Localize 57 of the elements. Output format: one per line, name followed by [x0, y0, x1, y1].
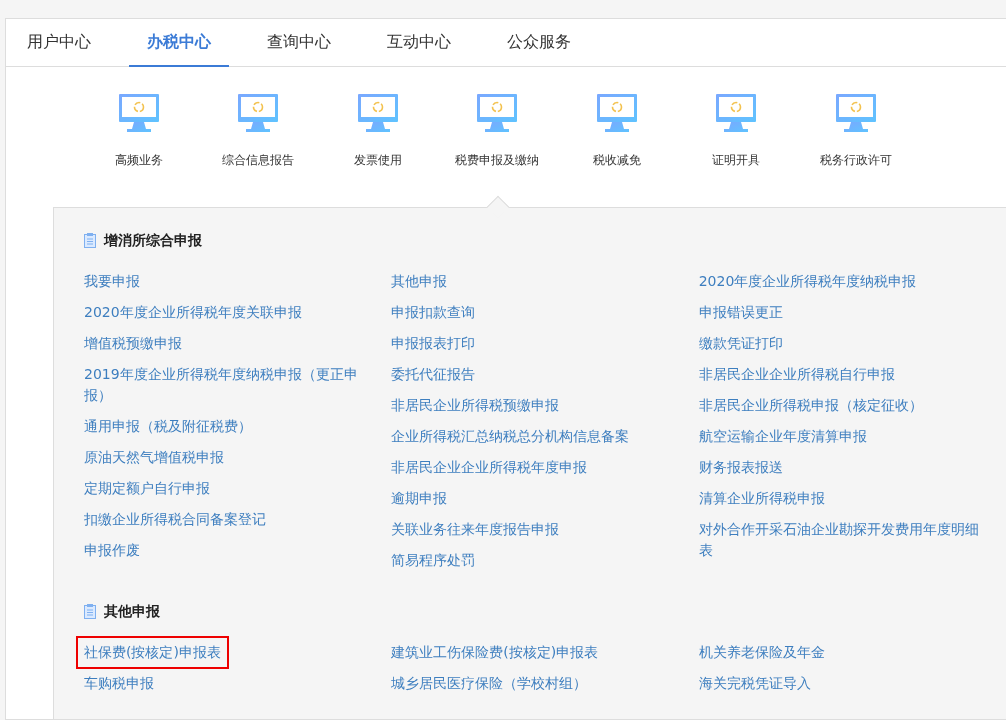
menu-link[interactable]: 清算企业所得税申报 [690, 482, 833, 515]
menu-link[interactable]: 缴款凭证打印 [690, 327, 791, 360]
monitor-icon [595, 93, 638, 133]
menu-link[interactable]: 扣缴企业所得税合同备案登记 [76, 503, 274, 536]
category-button[interactable]: 发票使用 [318, 93, 438, 207]
tab[interactable]: 用户中心 [9, 19, 109, 67]
monitor-icon [476, 93, 519, 133]
menu-link[interactable]: 社保费(按核定)申报表 [76, 636, 229, 669]
menu-link[interactable]: 逾期申报 [383, 482, 456, 515]
menu-link[interactable]: 2020年度企业所得税年度关联申报 [76, 296, 310, 329]
menu-link[interactable]: 增值税预缴申报 [76, 327, 190, 360]
menu-link[interactable]: 城乡居民医疗保险（学校村组） [383, 667, 596, 700]
menu-link[interactable]: 对外合作开采石油企业勘探开发费用年度明细表 [690, 513, 991, 567]
section-title: 其他申报 [104, 602, 160, 621]
menu-link[interactable]: 申报报表打印 [383, 327, 484, 360]
menu-link[interactable]: 申报错误更正 [690, 296, 791, 329]
menu-link[interactable]: 航空运输企业年度清算申报 [690, 420, 875, 453]
menu-link[interactable]: 非居民企业所得税预缴申报 [383, 389, 568, 422]
tab[interactable]: 办税中心 [129, 19, 229, 67]
monitor-icon [117, 93, 160, 133]
menu-link[interactable]: 原油天然气增值税申报 [76, 441, 232, 474]
tab[interactable]: 公众服务 [489, 19, 589, 67]
menu-link[interactable]: 车购税申报 [76, 667, 162, 700]
menu-link[interactable]: 财务报表报送 [690, 451, 791, 484]
category-button[interactable]: 税务行政许可 [796, 93, 916, 207]
tab[interactable]: 查询中心 [249, 19, 349, 67]
menu-link[interactable]: 非居民企业所得税申报（核定征收） [690, 389, 931, 422]
menu-link[interactable]: 海关完税凭证导入 [690, 667, 819, 700]
tab[interactable]: 互动中心 [369, 19, 469, 67]
menu-link[interactable]: 建筑业工伤保险费(按核定)申报表 [383, 636, 607, 669]
monitor-icon [237, 93, 280, 133]
menu-link[interactable]: 非居民企业企业所得税年度申报 [383, 451, 596, 484]
monitor-icon [834, 93, 877, 133]
category-button[interactable]: 税收减免 [557, 93, 677, 207]
menu-link[interactable]: 2019年度企业所得税年度纳税申报（更正申报） [76, 358, 376, 412]
menu-link[interactable]: 我要申报 [76, 265, 148, 298]
category-button[interactable]: 综合信息报告 [198, 93, 318, 207]
monitor-icon [715, 93, 758, 133]
menu-link[interactable]: 非居民企业企业所得税自行申报 [690, 358, 903, 391]
clipboard-icon [84, 604, 96, 619]
menu-link[interactable]: 委托代征报告 [383, 358, 484, 391]
category-button[interactable]: 税费申报及缴纳 [437, 93, 557, 207]
category-button[interactable]: 高频业务 [79, 93, 199, 207]
section-title: 增消所综合申报 [104, 231, 202, 250]
monitor-icon [356, 93, 399, 133]
menu-link[interactable]: 企业所得税汇总纳税总分机构信息备案 [383, 420, 638, 453]
menu-link[interactable]: 简易程序处罚 [383, 544, 484, 577]
menu-link[interactable]: 机关养老保险及年金 [690, 636, 833, 669]
category-button[interactable]: 证明开具 [676, 93, 796, 207]
menu-link[interactable]: 2020年度企业所得税年度纳税申报 [690, 265, 925, 298]
menu-link[interactable]: 其他申报 [383, 265, 456, 298]
menu-link[interactable]: 申报作废 [76, 534, 148, 567]
clipboard-icon [84, 233, 96, 248]
menu-link[interactable]: 通用申报（税及附征税费） [76, 410, 260, 443]
menu-link[interactable]: 申报扣款查询 [383, 296, 484, 329]
menu-link[interactable]: 定期定额户自行申报 [76, 472, 218, 505]
menu-link[interactable]: 关联业务往来年度报告申报 [383, 513, 568, 546]
